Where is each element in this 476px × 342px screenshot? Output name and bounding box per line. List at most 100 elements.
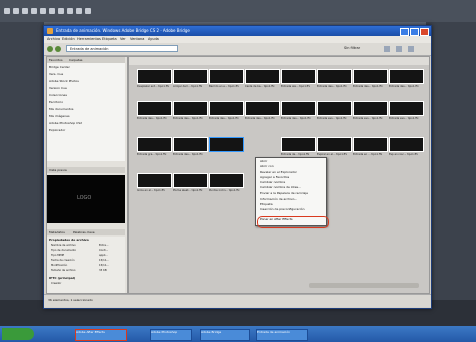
thumbnail-label: Pluma aleat... tipo1.ffx [173, 189, 203, 192]
taskbar-button[interactable]: Entrada de animación [256, 329, 308, 341]
close-icon[interactable] [420, 28, 429, 36]
hand-tool-icon[interactable] [13, 8, 19, 14]
menu-herramientas[interactable]: Herramientas [77, 36, 101, 43]
forward-icon[interactable] [55, 46, 61, 52]
rotate-icon[interactable] [396, 46, 402, 52]
select-tool-icon[interactable] [4, 8, 10, 14]
thumbnail-label: Entrada des... tipo1.ffx [353, 85, 383, 88]
pan-tool-icon[interactable] [49, 8, 55, 14]
meta-tabs: Metadatos Palabras clave [47, 229, 125, 235]
thumbnail[interactable] [281, 101, 316, 116]
brush-tool-icon[interactable] [85, 8, 91, 14]
thumbnail-label: Esp en rosc... tipo1.ffx [389, 153, 418, 156]
rotate-tool-icon[interactable] [31, 8, 37, 14]
window-title-bar[interactable]: Entrada de animación. Windows Adobe Brid… [44, 26, 431, 36]
camera-tool-icon[interactable] [40, 8, 46, 14]
back-icon[interactable] [47, 46, 53, 52]
menu-ver[interactable]: Ver [120, 36, 126, 43]
content-header [129, 57, 429, 65]
tab-metadatos[interactable]: Metadatos [49, 229, 65, 235]
pen-tool-icon[interactable] [67, 8, 73, 14]
start-button[interactable] [2, 328, 34, 340]
meta-section[interactable]: Creador [51, 282, 61, 285]
thumbnail[interactable] [389, 69, 424, 84]
maximize-icon[interactable] [410, 28, 419, 36]
text-tool-icon[interactable] [76, 8, 82, 14]
thumbnail[interactable] [353, 137, 388, 152]
zoom-tool-icon[interactable] [22, 8, 28, 14]
thumbnail[interactable] [281, 69, 316, 84]
thumbnail[interactable] [353, 101, 388, 116]
menu-item-cambiar-lotes[interactable]: Cambiar nombre de lotes... [260, 185, 322, 190]
minimize-icon[interactable] [400, 28, 409, 36]
meta-value: 15/11... [99, 264, 109, 267]
thumbnail[interactable] [389, 137, 424, 152]
thumbnail[interactable] [209, 173, 244, 188]
favorite-item[interactable]: Mis documentos [49, 107, 73, 111]
thumbnail-size-slider[interactable] [309, 283, 419, 288]
menu-item-insercion[interactable]: Inserción de preconfiguración [260, 207, 322, 212]
favorite-item[interactable]: Bridge Center [49, 65, 70, 69]
tab-vista-previa[interactable]: Vista previa [47, 167, 125, 173]
menu-edicion[interactable]: Edición [62, 36, 75, 43]
favorite-item[interactable]: Colecciones [49, 93, 67, 97]
view-filter[interactable]: Sin filtrar [344, 46, 360, 50]
thumbnail[interactable] [137, 173, 172, 188]
mask-tool-icon[interactable] [58, 8, 64, 14]
thumbnail[interactable] [137, 101, 172, 116]
meta-label: Nombre de archivo [51, 244, 76, 247]
menu-item-abrir-con[interactable]: Abrir con [260, 164, 322, 169]
thumbnail-label: Giros en el... tipo1.ffx [137, 189, 165, 192]
thumbnail-label: Arrojar del l... tipo1.ffx [173, 85, 203, 88]
thumbnail-label: Entrada des... tipo1.ffx [173, 153, 203, 156]
thumbnail[interactable] [137, 137, 172, 152]
thumbnail[interactable] [317, 69, 352, 84]
thumbnail[interactable] [137, 69, 172, 84]
thumbnail[interactable] [173, 101, 208, 116]
thumbnail-label: Entrada des... tipo1.ffx [137, 117, 167, 120]
thumbnail[interactable] [173, 137, 208, 152]
menu-archivo[interactable]: Archivo [47, 36, 60, 43]
favorite-item[interactable]: Adobe Photoshop CS2 [49, 121, 82, 125]
thumbnail-label: Entrada en ... tipo1.ffx [353, 153, 383, 156]
new-folder-icon[interactable] [384, 46, 390, 52]
menu-ventana[interactable]: Ventana [130, 36, 144, 43]
thumbnail[interactable] [245, 69, 280, 84]
thumbnail[interactable] [281, 137, 316, 152]
taskbar-button[interactable]: Adobe Bridge [200, 329, 250, 341]
selected-thumbnail[interactable] [209, 137, 244, 152]
thumbnail[interactable] [317, 137, 352, 152]
favorite-item[interactable]: Mis imágenes [49, 114, 70, 118]
favorite-item[interactable]: Version Cue [49, 86, 67, 90]
meta-label: Modificación [51, 264, 68, 267]
thumbnail[interactable] [209, 69, 244, 84]
thumbnail[interactable] [317, 101, 352, 116]
meta-value: 33 KB [99, 269, 107, 272]
thumbnail-label: Entrada ale... tipo1.ffx [281, 85, 310, 88]
favorite-item[interactable]: Adobe Stock Photos [49, 79, 79, 83]
thumbnail[interactable] [389, 101, 424, 116]
thumbnail[interactable] [173, 69, 208, 84]
meta-heading: Propiedades de archivo [49, 238, 89, 242]
menu-item-papelera[interactable]: Enviar a la Papelera de reciclaje [260, 191, 322, 196]
project-panel [0, 22, 44, 322]
thumbnail[interactable] [245, 101, 280, 116]
menu-etiqueta[interactable]: Etiqueta [102, 36, 117, 43]
thumbnail-label: Entrada eso... tipo1.ffx [353, 117, 383, 120]
thumbnail[interactable] [209, 101, 244, 116]
menu-ayuda[interactable]: Ayuda [148, 36, 159, 43]
favorite-item[interactable]: Vers. Cue [49, 72, 63, 76]
thumbnail-label: Entrada des... tipo1.ffx [173, 117, 203, 120]
tab-palabras-clave[interactable]: Palabras clave [73, 229, 95, 235]
favorite-item[interactable]: Explorador [49, 128, 65, 132]
favorite-item[interactable]: Escritorio [49, 100, 63, 104]
taskbar-button[interactable]: Adobe After Effects [75, 329, 127, 341]
status-text: 36 elementos, 1 seleccionado [48, 298, 93, 302]
thumbnail[interactable] [353, 69, 388, 84]
path-dropdown[interactable]: Entrada de animación [66, 45, 178, 52]
meta-section[interactable]: IPTC (principal) [49, 276, 75, 280]
taskbar-button[interactable]: Adobe Photoshop [150, 329, 192, 341]
thumbnail[interactable] [173, 173, 208, 188]
thumbnail-label: Entrada des... tipo1.ffx [389, 85, 419, 88]
delete-icon[interactable] [408, 46, 414, 52]
